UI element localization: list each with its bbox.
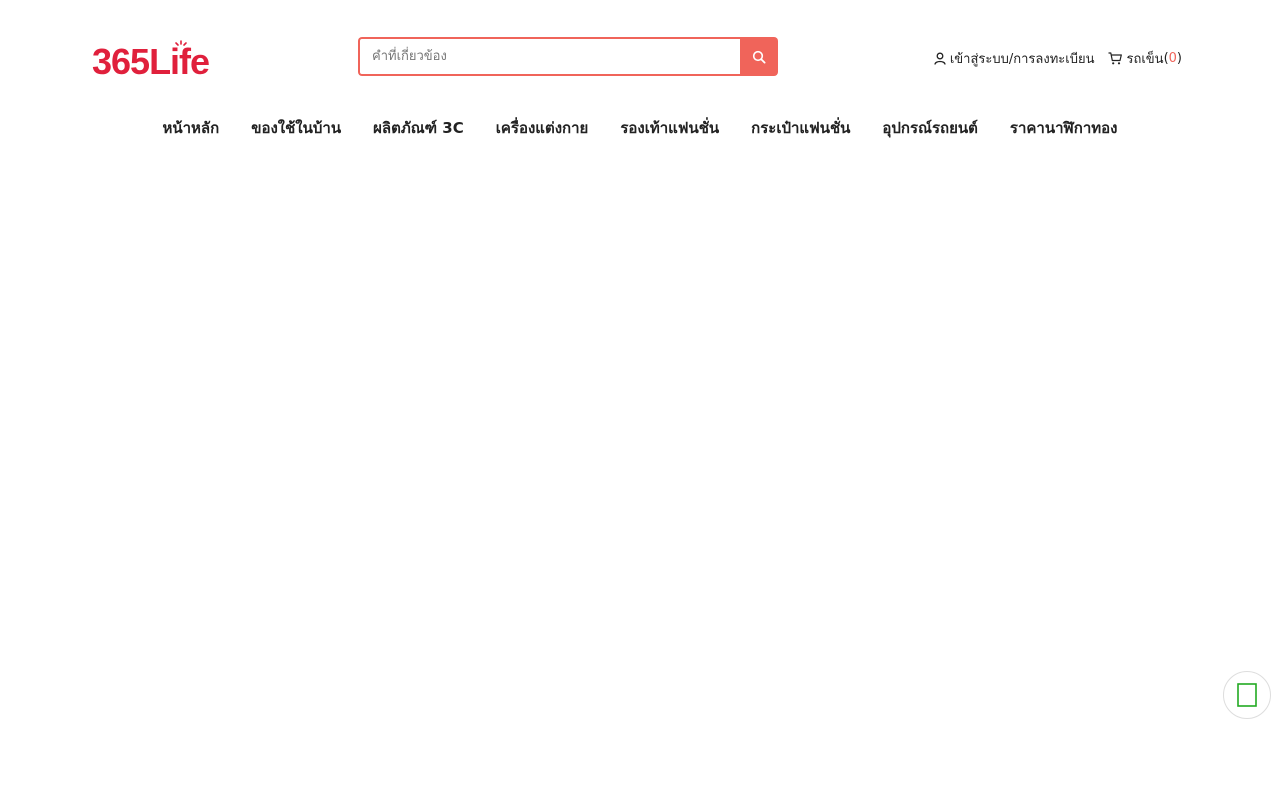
nav-item-car-accessories[interactable]: อุปกรณ์รถยนต์ [866, 110, 994, 146]
user-icon [934, 52, 946, 65]
nav-item-fashion-shoes[interactable]: รองเท้าแฟนชั่น [604, 110, 735, 146]
search-button[interactable] [740, 37, 778, 76]
chat-icon [1237, 683, 1257, 707]
header: 365Life คำที่เกี่ยวข้อง เข้าสู่ระบบ/การล… [0, 0, 1280, 100]
nav-item-clothing[interactable]: เครื่องแต่งกาย [480, 110, 605, 146]
cart-count-close: ) [1176, 50, 1182, 66]
search-bar [358, 37, 778, 76]
cart-label: รถเข็น [1126, 51, 1164, 67]
page: 365Life คำที่เกี่ยวข้อง เข้าสู่ระบบ/การล… [0, 0, 1280, 800]
search-icon [752, 50, 766, 64]
floating-chat-button[interactable] [1223, 671, 1271, 719]
cart-link[interactable]: รถเข็น(0) [1108, 48, 1182, 69]
main-nav: หน้าหลัก ของใช้ในบ้าน ผลิตภัณฑ์ 3C เครื่… [0, 110, 1280, 146]
logo-graphic: 365Life [92, 40, 210, 80]
user-area: เข้าสู่ระบบ/การลงทะเบียน รถเข็น(0) [934, 46, 1182, 70]
cart-icon [1108, 51, 1123, 64]
login-register-link[interactable]: เข้าสู่ระบบ/การลงทะเบียน [934, 48, 1095, 69]
nav-item-home[interactable]: หน้าหลัก [146, 110, 235, 146]
login-register-label: เข้าสู่ระบบ/การลงทะเบียน [949, 51, 1095, 67]
nav-item-fashion-bags[interactable]: กระเป๋าแฟนชั่น [735, 110, 866, 146]
nav-item-household[interactable]: ของใช้ในบ้าน [235, 110, 357, 146]
logo[interactable]: 365Life [92, 38, 216, 80]
nav-item-3c-products[interactable]: ผลิตภัณฑ์ 3C [357, 110, 480, 146]
cart-count: 0 [1168, 50, 1177, 66]
logo-text: 365Life [92, 41, 209, 80]
search-input[interactable] [358, 37, 740, 76]
nav-item-gold-watches[interactable]: ราคานาฬิกาทอง [994, 110, 1134, 146]
